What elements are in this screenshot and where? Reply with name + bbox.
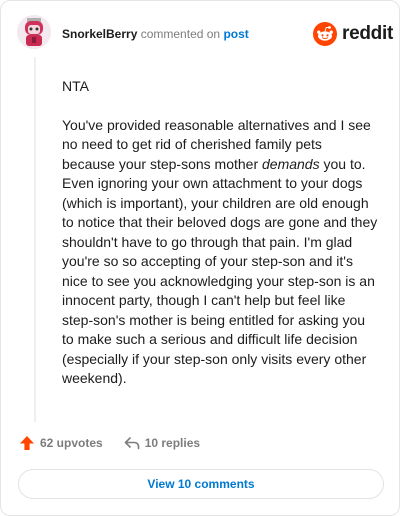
reply-count[interactable]: 10 replies xyxy=(145,436,200,450)
comment-actions: 62 upvotes 10 replies xyxy=(18,433,200,453)
view-comments-button[interactable]: View 10 comments xyxy=(18,469,384,499)
username[interactable]: SnorkelBerry xyxy=(62,27,137,41)
reply-arrow-icon[interactable] xyxy=(123,434,141,452)
comment-header: SnorkelBerry commented on post xyxy=(62,27,249,41)
avatar[interactable] xyxy=(17,15,51,49)
comment-body: NTA You've provided reasonable alternati… xyxy=(62,77,378,408)
comment-text-end: you to. Even ignoring your own attachmen… xyxy=(62,155,378,387)
comment-emphasis: demands xyxy=(262,155,320,172)
upvote-count[interactable]: 62 upvotes xyxy=(40,436,103,450)
upvote-arrow-icon[interactable] xyxy=(18,434,36,452)
reddit-wordmark: reddit xyxy=(342,23,393,44)
thread-line[interactable] xyxy=(34,57,36,422)
action-text: commented on xyxy=(140,27,221,41)
comment-card: SnorkelBerry commented on post reddit NT… xyxy=(0,0,400,516)
comment-paragraph: You've provided reasonable alternatives … xyxy=(62,116,378,389)
post-link[interactable]: post xyxy=(223,27,248,41)
reddit-logo[interactable]: reddit xyxy=(313,21,393,47)
comment-verdict: NTA xyxy=(62,78,89,94)
reddit-snoo-icon xyxy=(313,22,337,46)
